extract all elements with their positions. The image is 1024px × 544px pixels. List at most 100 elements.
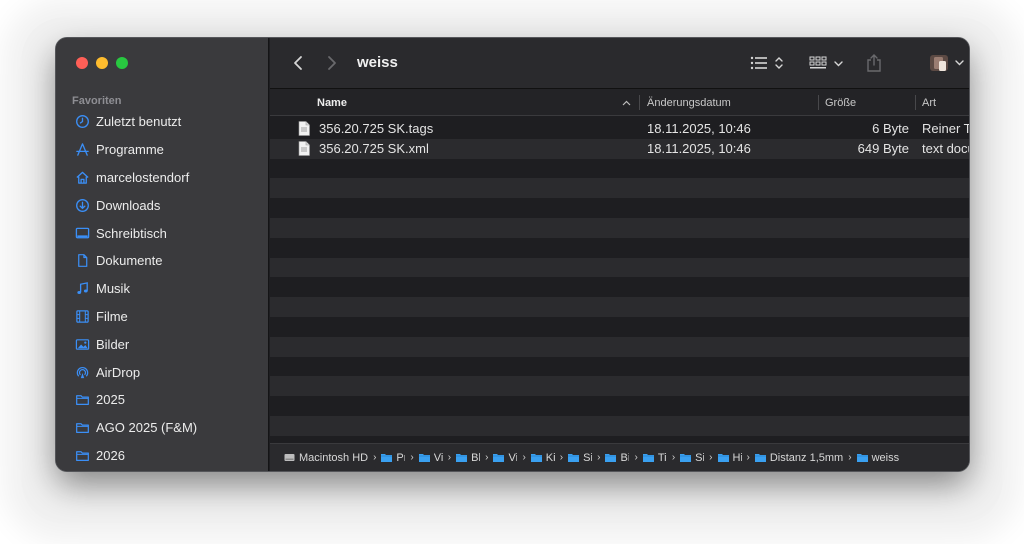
sidebar-item-2025[interactable]: 2025: [56, 386, 269, 414]
column-date[interactable]: Änderungsdatum: [647, 89, 731, 116]
zoom-button[interactable]: [116, 57, 128, 69]
folder-icon: [456, 453, 471, 462]
window-controls: [76, 57, 128, 69]
minimize-button[interactable]: [96, 57, 108, 69]
view-options-button[interactable]: [748, 51, 788, 75]
folder-icon: [717, 453, 733, 462]
sidebar-heading: Favoriten: [72, 95, 122, 107]
sidebar-item-programme[interactable]: Programme: [56, 136, 269, 164]
path-crumb[interactable]: Ti: [642, 451, 667, 464]
empty-row: [270, 376, 969, 397]
sidebar-item-marcelostendorf[interactable]: marcelostendorf: [56, 164, 269, 192]
file-row[interactable]: 356.20.725 SK.tags 18.11.2025, 10:46 6 Byt…: [270, 119, 969, 139]
sidebar-item-schreibtisch[interactable]: Schreibtisch: [56, 219, 269, 247]
path-crumb[interactable]: weiss: [856, 452, 899, 464]
sidebar-item-label: Dokumente: [96, 253, 163, 269]
sidebar-item-2026[interactable]: 2026: [56, 442, 269, 470]
path-crumb-label: Ki: [545, 451, 555, 464]
sidebar-list: Zuletzt benutzt Programme marcelostendorf D…: [56, 108, 269, 469]
sort-chevron-icon: [622, 89, 631, 116]
folder-icon: [568, 453, 583, 462]
sidebar-item-ago-2025-f-m[interactable]: AGO 2025 (F&M): [56, 414, 269, 442]
column-header: Name Änderungsdatum Größe Art: [270, 89, 969, 116]
path-crumb-label: Distanz 1,5mm: [769, 451, 844, 464]
column-name[interactable]: Name: [317, 89, 347, 116]
download-icon: [74, 197, 90, 213]
column-kind[interactable]: Art: [922, 89, 936, 116]
folder-icon: [493, 453, 508, 462]
path-crumb-label: Macintosh HD: [299, 451, 369, 464]
file-kind: Reiner Text: [922, 121, 969, 137]
path-crumb[interactable]: Pr: [381, 452, 405, 464]
sidebar-item-label: Downloads: [96, 197, 161, 213]
path-separator: ›: [634, 452, 638, 463]
folder-icon: [754, 453, 770, 462]
folder-icon: [74, 447, 90, 463]
share-button[interactable]: [864, 51, 884, 75]
empty-row: [270, 238, 969, 258]
empty-row: [270, 277, 969, 297]
path-crumb-label: Ti: [657, 451, 667, 464]
window-title: weiss: [357, 54, 398, 71]
file-date: 18.11.2025, 10:46: [647, 121, 751, 137]
sidebar-item-bilder[interactable]: Bilder: [56, 330, 269, 358]
film-icon: [74, 308, 90, 324]
column-size[interactable]: Größe: [825, 89, 856, 116]
file-name: 356.20.725 SK.tags: [319, 121, 434, 137]
path-separator: ›: [485, 452, 489, 463]
path-crumb[interactable]: Distanz 1,5mm: [754, 451, 844, 464]
chevron-left-icon: [294, 56, 302, 70]
sidebar-item-label: Filme: [96, 308, 128, 324]
path-separator: ›: [848, 452, 852, 463]
path-crumb[interactable]: Bl: [456, 452, 480, 464]
sidebar-item-zuletzt-benutzt[interactable]: Zuletzt benutzt: [56, 108, 269, 136]
sidebar-item-airdrop[interactable]: AirDrop: [56, 358, 269, 386]
path-crumb[interactable]: Bi: [605, 452, 629, 464]
sidebar: Favoriten Zuletzt benutzt Programme marcel…: [56, 38, 269, 471]
path-crumb[interactable]: Macintosh HD: [284, 452, 368, 464]
sidebar-item-label: 2025: [96, 392, 125, 408]
sidebar-item-filme[interactable]: Filme: [56, 303, 269, 331]
sidebar-item-dokumente[interactable]: Dokumente: [56, 247, 269, 275]
desktop-icon: [74, 225, 90, 241]
path-separator: ›: [522, 452, 526, 463]
path-bar: Macintosh HD › Pr › Vi › Bl › Vi › Ki › Si › Bi › Ti › Si ›…: [270, 443, 969, 471]
clock-icon: [74, 114, 90, 130]
folder-icon: [418, 453, 434, 462]
tags-button[interactable]: [928, 51, 968, 75]
path-separator: ›: [447, 452, 452, 463]
toolbar: weiss: [270, 38, 969, 89]
file-row[interactable]: 356.20.725 SK.xml 18.11.2025, 10:46 649 By…: [270, 138, 969, 159]
forward-button[interactable]: [322, 51, 342, 75]
path-crumb[interactable]: Ki: [530, 451, 555, 464]
path-crumb[interactable]: Vi: [418, 451, 443, 464]
folder-icon: [74, 392, 90, 408]
sidebar-item-label: marcelostendorf: [96, 169, 190, 185]
group-button[interactable]: [808, 51, 846, 75]
path-crumb[interactable]: Vi: [493, 452, 517, 464]
sidebar-item-label: Musik: [96, 281, 130, 297]
path-separator: ›: [410, 452, 414, 463]
document-icon: [74, 253, 90, 269]
empty-row: [270, 297, 969, 317]
path-crumb-label: Hi: [732, 451, 742, 464]
sidebar-item-musik[interactable]: Musik: [56, 275, 269, 303]
empty-row: [270, 357, 969, 377]
empty-row: [270, 257, 969, 278]
sidebar-item-label: Zuletzt benutzt: [96, 114, 182, 130]
empty-row: [270, 178, 969, 199]
path-crumb[interactable]: Si: [680, 452, 704, 464]
airdrop-icon: [74, 364, 90, 380]
path-crumb-label: Vi: [433, 451, 443, 464]
path-separator: ›: [746, 452, 750, 463]
sidebar-item-downloads[interactable]: Downloads: [56, 191, 269, 219]
column-divider: [818, 95, 819, 110]
back-button[interactable]: [288, 51, 308, 75]
path-crumb-label: Bl: [471, 451, 481, 464]
close-button[interactable]: [76, 57, 88, 69]
path-crumb[interactable]: Hi: [717, 451, 742, 464]
path-crumb-label: Si: [583, 451, 593, 464]
hard-disk-icon: [284, 453, 299, 462]
path-crumb[interactable]: Si: [568, 452, 592, 464]
chevron-right-icon: [328, 56, 336, 70]
